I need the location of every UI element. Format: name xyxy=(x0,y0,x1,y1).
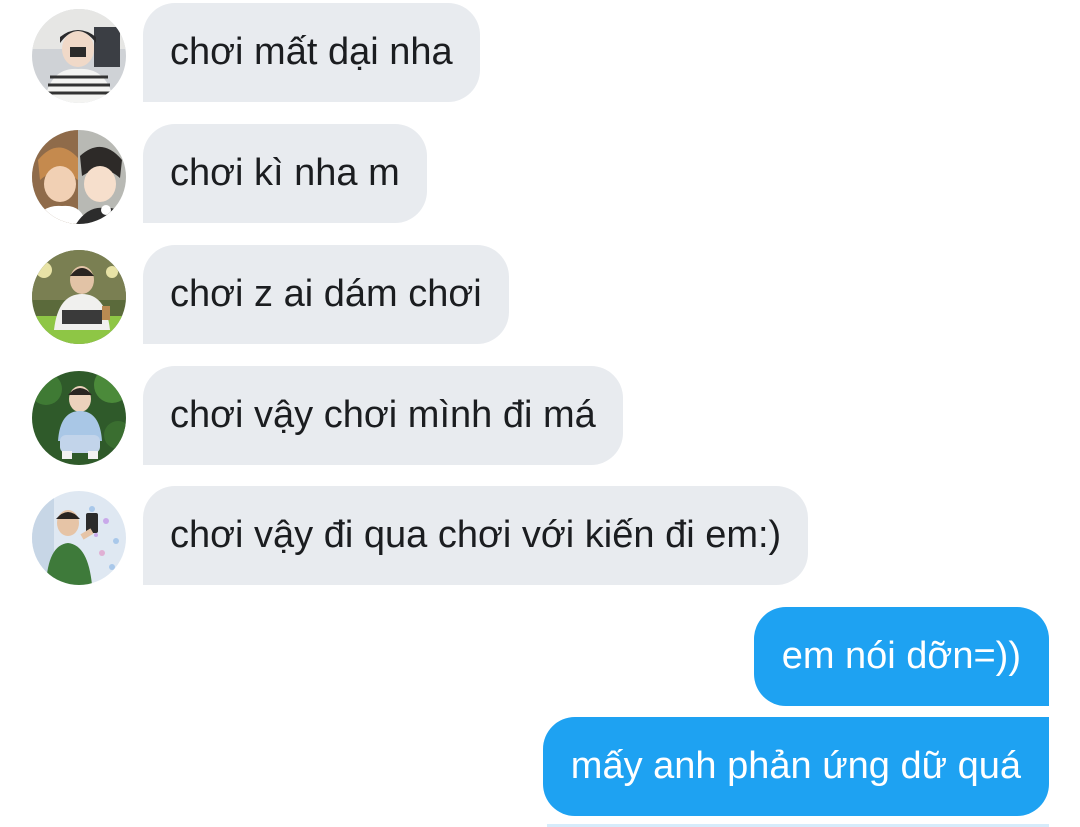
message-text: em nói dỡn=)) xyxy=(781,635,1021,677)
message-bubble-outgoing[interactable]: mấy anh phản ứng dữ quá xyxy=(542,717,1049,816)
user-avatar-3[interactable] xyxy=(32,250,126,344)
message-text: mấy anh phản ứng dữ quá xyxy=(570,745,1021,787)
message-bubble-incoming[interactable]: chơi kì nha m xyxy=(143,124,427,223)
message-text: chơi mất dại nha xyxy=(170,31,453,73)
user-avatar-1[interactable] xyxy=(32,9,126,103)
user-avatar-2[interactable] xyxy=(32,130,126,224)
message-text: chơi kì nha m xyxy=(170,152,400,194)
user-avatar-4[interactable] xyxy=(32,371,126,465)
message-bubble-incoming[interactable]: chơi mất dại nha xyxy=(143,3,480,102)
message-text: chơi z ai dám chơi xyxy=(170,273,482,315)
user-avatar-5[interactable] xyxy=(32,491,126,585)
message-bubble-incoming[interactable]: chơi vậy đi qua chơi với kiến đi em:) xyxy=(143,486,809,585)
message-bubble-incoming[interactable]: chơi z ai dám chơi xyxy=(143,245,509,344)
message-text: chơi vậy chơi mình đi má xyxy=(170,394,596,436)
message-bubble-incoming[interactable]: chơi vậy chơi mình đi má xyxy=(143,366,623,465)
message-bubble-outgoing[interactable]: em nói dỡn=)) xyxy=(753,607,1049,706)
message-text: chơi vậy đi qua chơi với kiến đi em:) xyxy=(170,514,782,556)
